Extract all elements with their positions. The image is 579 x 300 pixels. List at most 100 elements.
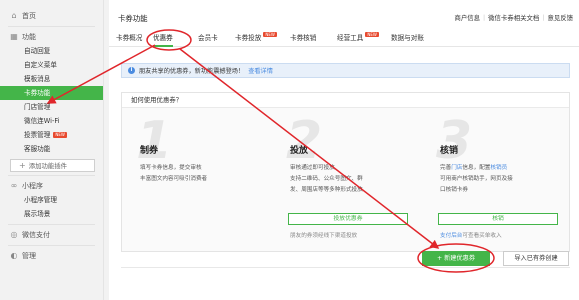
howto-panel: 如何使用优惠券？ 1 制券 填写卡券信息，提交审核 丰富图文内容可吸引消费者 2… xyxy=(121,92,570,252)
sidebar-item-store[interactable]: 门店管理 xyxy=(0,100,103,114)
step-title: 核销 xyxy=(440,146,459,156)
notice-text: 朋友共享的优惠券，新功能震撼登场！ xyxy=(139,68,245,75)
sidebar-item-vote[interactable]: 投票管理 NEW xyxy=(0,128,103,142)
sidebar-item-label: 自定义菜单 xyxy=(24,61,57,69)
sidebar-item-label: 微信连Wi-Fi xyxy=(24,117,60,125)
text: 信息，配置 xyxy=(462,165,491,171)
sidebar-section-manage[interactable]: ◐ 管理 xyxy=(0,249,103,263)
button-label: 新建优惠券 xyxy=(444,255,476,262)
wechat-pay-icon: ◎ xyxy=(10,230,18,239)
sidebar-section-label: 功能 xyxy=(22,33,36,41)
step-desc-line: 支持二维码、公众号图文、群 xyxy=(290,176,363,182)
grid-icon: ▦ xyxy=(10,32,18,41)
manage-icon: ◐ xyxy=(10,251,18,260)
add-plugin-label: 添加功能插件 xyxy=(28,162,68,170)
sidebar-item-custom-menu[interactable]: 自定义菜单 xyxy=(0,58,103,72)
step-desc-line: 发、周围店等等多种形式投放 xyxy=(290,187,363,193)
tab-coupon[interactable]: 优惠券 xyxy=(153,32,173,47)
step-title: 制券 xyxy=(140,146,159,156)
tab-business-tools[interactable]: 经营工具 NEW xyxy=(337,32,379,47)
sidebar-item-label: 卡券功能 xyxy=(24,89,51,97)
distribute-coupon-button[interactable]: 投放优惠券 xyxy=(288,213,408,225)
header-links: 商户信息 | 微信卡券相关文档 | 意见反馈 xyxy=(454,13,573,22)
divider xyxy=(8,224,95,225)
tab-member-card[interactable]: 会员卡 xyxy=(198,32,218,47)
sidebar-item-label: 模板消息 xyxy=(24,75,51,83)
step-number: 2 xyxy=(286,111,323,171)
tab-label: 优惠券 xyxy=(153,34,173,42)
tab-label: 卡券概况 xyxy=(116,34,143,42)
step-number: 1 xyxy=(136,111,173,171)
divider xyxy=(8,175,95,176)
sidebar-item-template-msg[interactable]: 模板消息 xyxy=(0,72,103,86)
text: 完善 xyxy=(440,165,452,171)
step-desc-line: 丰富图文内容可吸引消费者 xyxy=(140,176,208,182)
divider xyxy=(8,26,95,27)
new-badge: NEW xyxy=(53,132,67,138)
tab-label: 会员卡 xyxy=(198,34,218,42)
sidebar-item-auto-reply[interactable]: 自动回复 xyxy=(0,44,103,58)
page-title: 卡券功能 xyxy=(118,14,148,23)
separator: | xyxy=(483,13,486,21)
new-badge: NEW xyxy=(263,32,277,37)
main-content: 卡券功能 商户信息 | 微信卡券相关文档 | 意见反馈 卡券概况 优惠券 会员卡… xyxy=(109,0,579,300)
tab-label: 经营工具 xyxy=(337,34,364,42)
mini-program-icon: ∞ xyxy=(10,181,18,190)
link-card-docs[interactable]: 微信卡券相关文档 xyxy=(488,13,539,22)
step-desc-line: 完善门店信息，配置核销员 xyxy=(440,163,513,174)
plus-icon: + xyxy=(19,161,26,170)
sidebar-item-label: 门店管理 xyxy=(24,103,51,111)
import-coupon-button[interactable]: 导入已有券创建 xyxy=(503,251,569,266)
info-icon: i xyxy=(128,67,135,74)
new-coupon-button[interactable]: + 新建优惠券 xyxy=(422,251,490,266)
step-desc-line: 审核通过即可投放 xyxy=(290,165,335,171)
tab-label: 卡券投放 xyxy=(235,34,262,42)
tab-label: 数据与对账 xyxy=(391,34,424,42)
separator: | xyxy=(542,13,545,21)
step-distribute: 2 投放 审核通过即可投放 支持二维码、公众号图文、群 发、周围店等等多种形式投… xyxy=(272,113,421,249)
sidebar-item-mini-manage[interactable]: 小程序管理 xyxy=(0,193,103,207)
sidebar-item-card-coupon[interactable]: 卡券功能 xyxy=(0,86,103,100)
tab-redemption[interactable]: 卡券核销 xyxy=(290,32,316,47)
notice-link[interactable]: 查看详情 xyxy=(248,66,273,75)
tab-overview[interactable]: 卡券概况 xyxy=(116,32,142,47)
link-redeemer[interactable]: 核销员 xyxy=(490,165,507,171)
sidebar-section-function: ▦ 功能 xyxy=(0,30,103,44)
divider xyxy=(121,267,570,268)
step-note: 朋友的券须经线下渠道投放 xyxy=(290,233,358,239)
add-plugin-button[interactable]: + 添加功能插件 xyxy=(10,159,95,172)
text: 可查看买单收入 xyxy=(462,233,502,239)
sidebar-item-wifi[interactable]: 微信连Wi-Fi xyxy=(0,114,103,128)
sidebar-section-label: 管理 xyxy=(22,252,36,260)
sidebar-section-pay[interactable]: ◎ 微信支付 xyxy=(0,228,103,242)
sidebar-section-mini: ∞ 小程序 xyxy=(0,179,103,193)
howto-heading: 如何使用优惠券？ xyxy=(122,93,569,108)
sidebar-item-label: 自动回复 xyxy=(24,47,51,55)
home-icon: ⌂ xyxy=(11,11,17,20)
link-feedback[interactable]: 意见反馈 xyxy=(547,13,573,22)
link-merchant-info[interactable]: 商户信息 xyxy=(454,13,480,22)
tab-data[interactable]: 数据与对账 xyxy=(391,32,424,47)
header: 卡券功能 商户信息 | 微信卡券相关文档 | 意见反馈 xyxy=(109,0,579,27)
step-desc-line: 可用商户核销助手，网页及接 xyxy=(440,176,513,182)
sidebar-home[interactable]: ⌂ 首页 xyxy=(0,9,103,23)
step-number: 3 xyxy=(436,111,473,171)
step-desc-line: 填写卡券信息，提交审核 xyxy=(140,165,202,171)
redeem-button[interactable]: 核销 xyxy=(438,213,558,225)
step-desc-line: 口核销卡券 xyxy=(440,187,468,193)
tab-label: 卡券核销 xyxy=(290,34,317,42)
tab-bar: 卡券概况 优惠券 会员卡 卡券投放 NEW 卡券核销 经营工具 NEW 数据与对账 xyxy=(109,27,579,47)
link-store[interactable]: 门店 xyxy=(451,165,462,171)
step-create: 1 制券 填写卡券信息，提交审核 丰富图文内容可吸引消费者 xyxy=(122,113,271,249)
sidebar-item-scene[interactable]: 展示场景 xyxy=(0,207,103,221)
step-desc: 填写卡券信息，提交审核 丰富图文内容可吸引消费者 xyxy=(140,163,207,185)
sidebar-item-label: 小程序管理 xyxy=(24,196,57,204)
step-desc: 审核通过即可投放 支持二维码、公众号图文、群 发、周围店等等多种形式投放 xyxy=(290,163,363,196)
sidebar-item-label: 客服功能 xyxy=(24,145,51,153)
tab-distribution[interactable]: 卡券投放 NEW xyxy=(235,32,277,47)
step-redeem: 3 核销 完善门店信息，配置核销员 可用商户核销助手，网页及接 口核销卡券 核销… xyxy=(422,113,571,249)
sidebar-item-customer-service[interactable]: 客服功能 xyxy=(0,142,103,156)
link-pay-backend[interactable]: 支付后台 xyxy=(440,233,462,239)
step-title: 投放 xyxy=(290,146,309,156)
sidebar-item-label: 展示场景 xyxy=(24,210,51,218)
